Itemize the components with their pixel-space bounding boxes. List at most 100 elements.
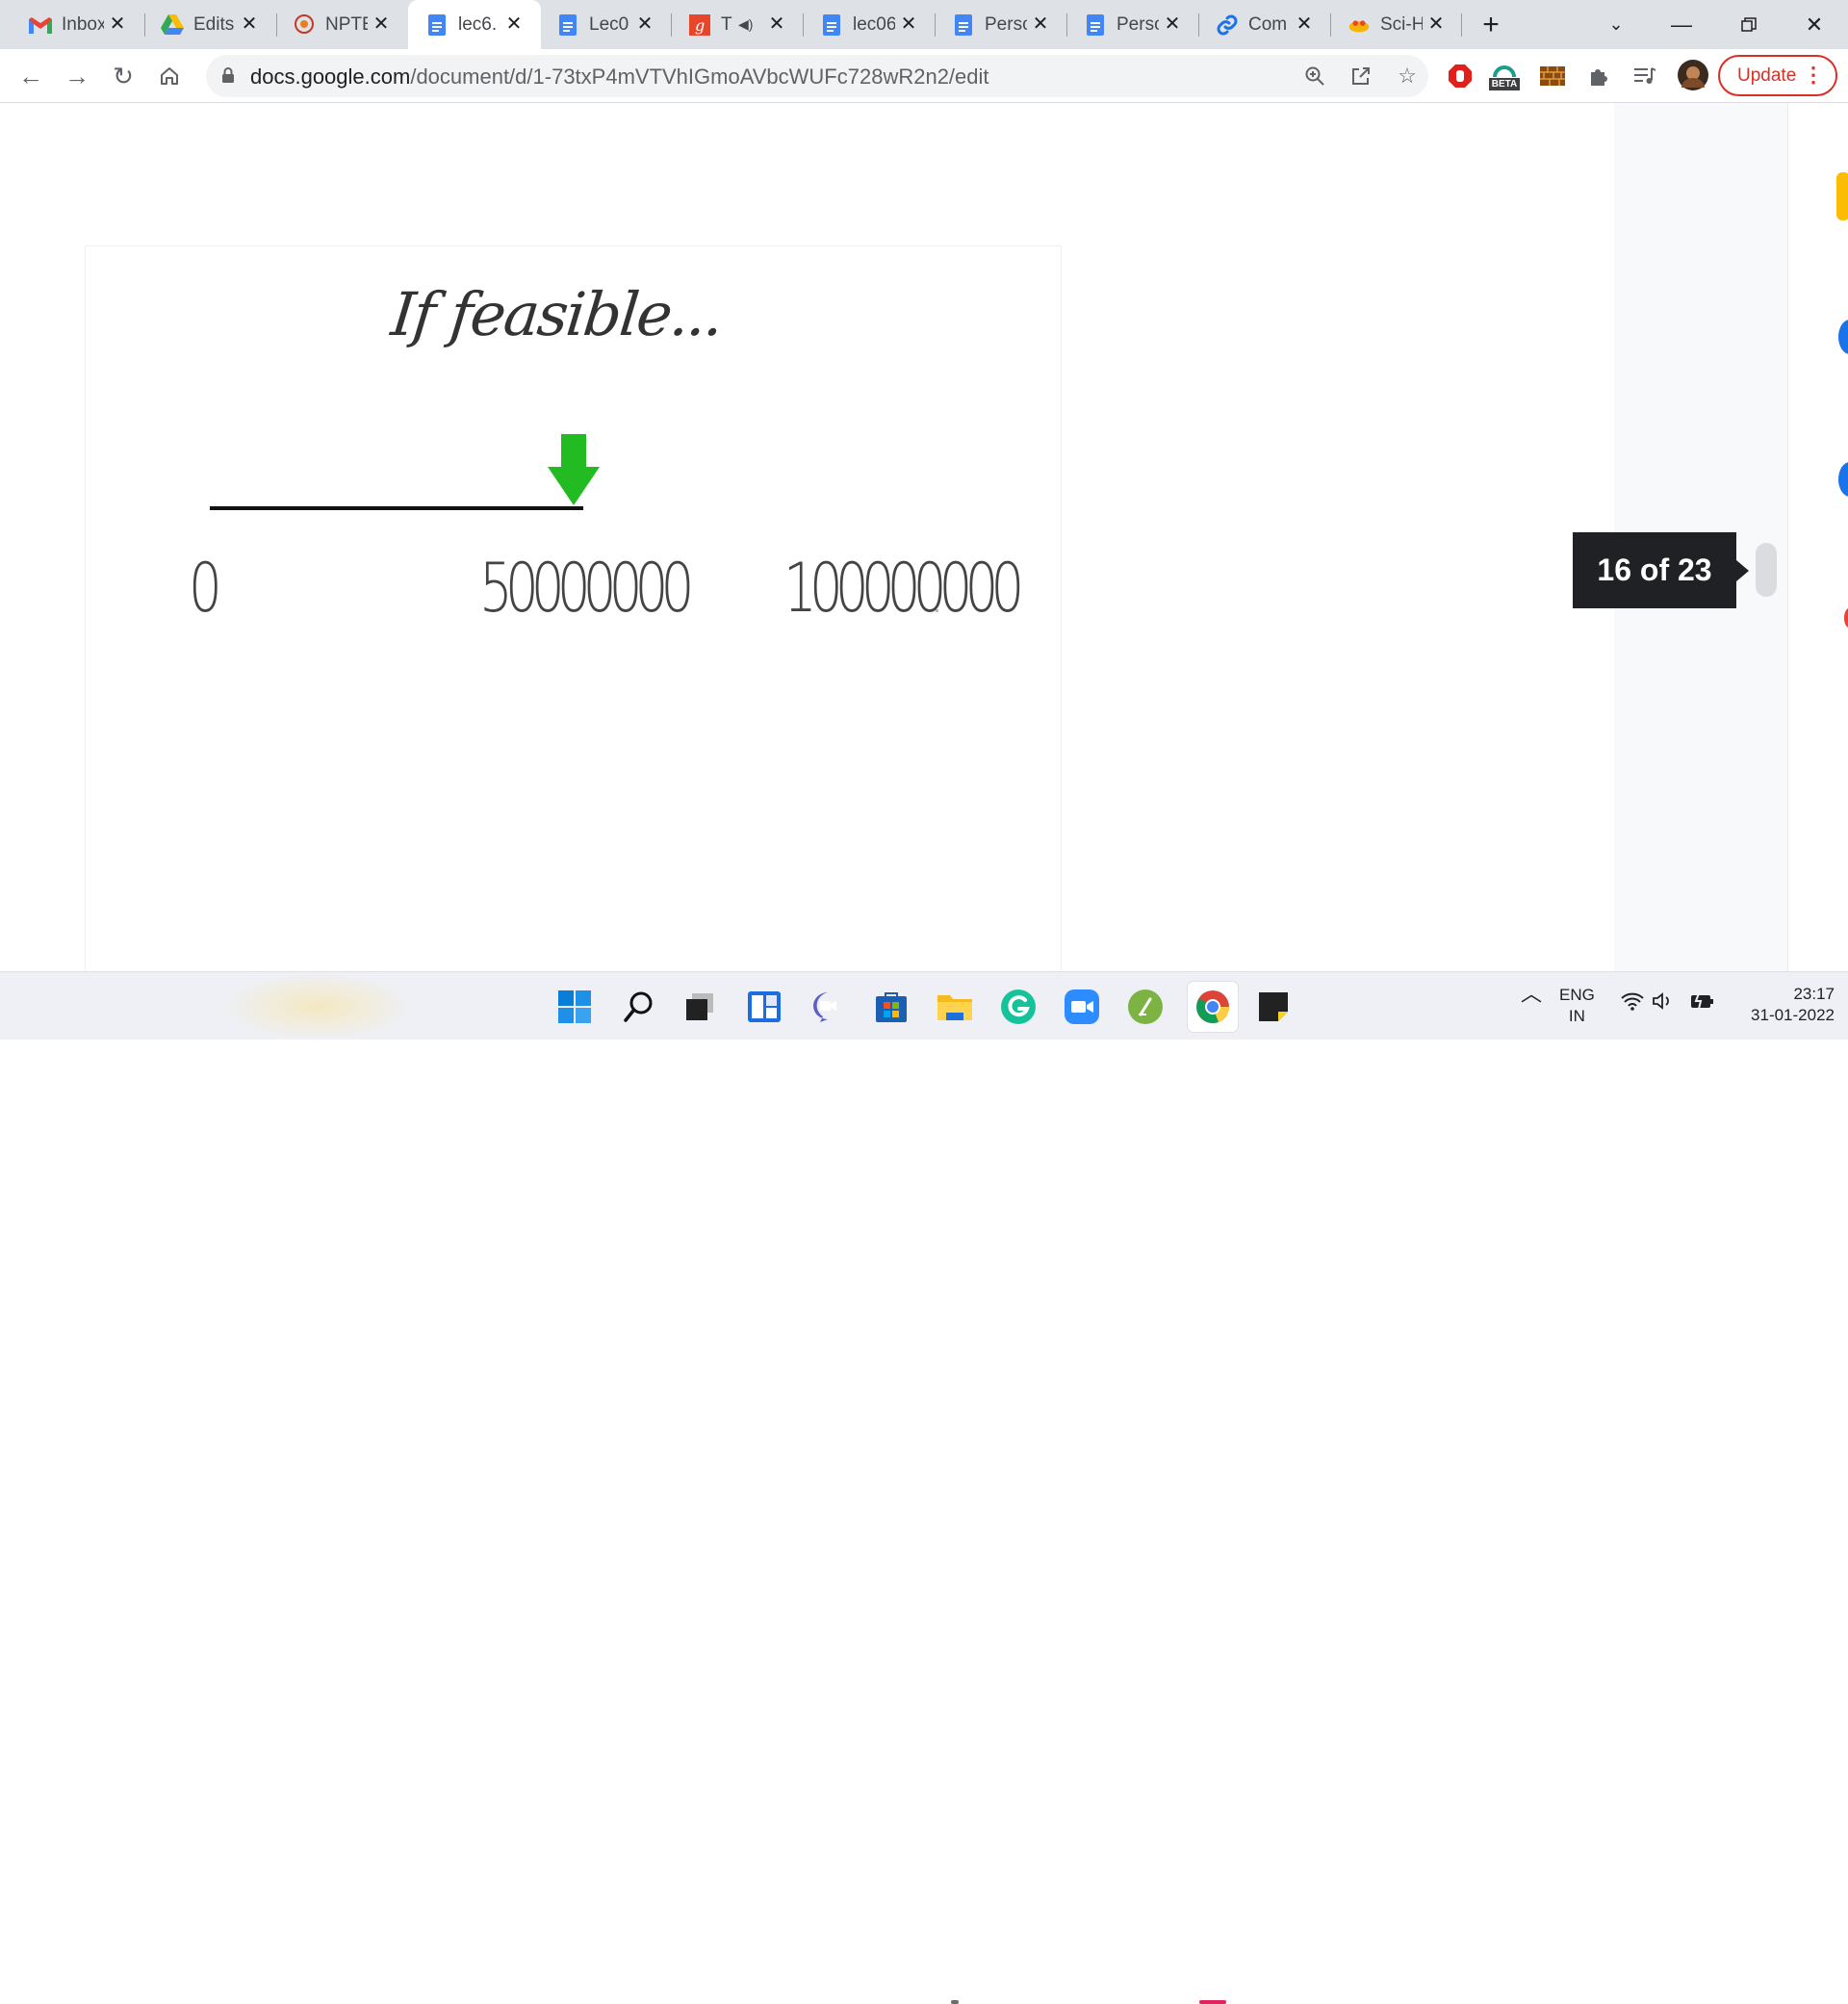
- brick-extension-icon[interactable]: [1538, 62, 1567, 90]
- task-view-icon[interactable]: [680, 986, 722, 1028]
- tick-label-zero: 0: [189, 549, 222, 628]
- url-host: docs.google.com: [250, 64, 411, 89]
- tab-label: Lec0: [589, 13, 629, 35]
- minimize-button[interactable]: —: [1656, 0, 1707, 49]
- slide-title: If feasible...: [388, 279, 726, 349]
- tab-inbox[interactable]: Inbox ✕: [0, 0, 144, 49]
- tab-label: Com: [1248, 13, 1288, 35]
- tab-perso-2[interactable]: Perso ✕: [1055, 0, 1199, 49]
- contacts-side-icon[interactable]: [1838, 462, 1848, 497]
- address-bar[interactable]: docs.google.com/document/d/1-73txP4mVTVh…: [206, 55, 1428, 97]
- speaker-audio-icon[interactable]: ◀︎): [738, 16, 753, 33]
- close-tab-icon[interactable]: ✕: [106, 13, 129, 36]
- close-tab-icon[interactable]: ✕: [238, 13, 261, 36]
- lock-icon[interactable]: [221, 66, 235, 84]
- update-button[interactable]: Update ⋮: [1718, 55, 1837, 96]
- tab-nptel[interactable]: NPTE ✕: [264, 0, 408, 49]
- tab-label: T: [721, 13, 732, 35]
- windows-taskbar: ︿ ENG IN 23:17 31-01-2022: [0, 971, 1848, 2004]
- page-count-tooltip: 16 of 23: [1573, 532, 1749, 608]
- chrome-icon[interactable]: [1188, 982, 1238, 1032]
- notes-app-icon[interactable]: [1124, 986, 1167, 1028]
- explorer-running-indicator: [951, 2000, 959, 2004]
- new-tab-button[interactable]: +: [1465, 0, 1517, 49]
- google-docs-icon: [425, 13, 449, 37]
- taskbar-glow: [221, 972, 414, 1041]
- side-panel-strip: [1787, 103, 1848, 971]
- tab-lec0[interactable]: Lec0 ✕: [527, 0, 672, 49]
- tab-lec06[interactable]: lec06 ✕: [791, 0, 936, 49]
- tab-label: Edits: [193, 13, 235, 35]
- windows-start-icon[interactable]: [553, 986, 596, 1028]
- keep-side-icon[interactable]: [1836, 172, 1848, 220]
- close-tab-icon[interactable]: ✕: [1293, 13, 1316, 36]
- close-tab-icon[interactable]: ✕: [370, 13, 393, 36]
- language-indicator[interactable]: ENG IN: [1559, 985, 1595, 1027]
- tasks-side-icon[interactable]: [1838, 320, 1848, 354]
- tab-label: lec6.: [458, 13, 498, 35]
- clock-date: 31-01-2022: [1751, 1006, 1835, 1024]
- zoom-icon[interactable]: [1301, 63, 1328, 90]
- volume-icon[interactable]: [1652, 991, 1675, 1016]
- tick-label-mid: 50000000: [479, 549, 694, 628]
- adblock-stop-icon[interactable]: [1446, 62, 1475, 90]
- update-label: Update: [1737, 64, 1797, 86]
- tab-label: NPTE: [325, 13, 368, 35]
- search-icon[interactable]: [618, 986, 660, 1028]
- scrollbar-thumb[interactable]: [1756, 543, 1777, 597]
- url-path: /document/d/1-73txP4mVTVhIGmoAVbcWUFc728…: [410, 64, 989, 89]
- avatar[interactable]: [1677, 59, 1709, 91]
- tab-perso-1[interactable]: Perso ✕: [923, 0, 1067, 49]
- google-docs-icon: [556, 13, 579, 37]
- close-tab-icon[interactable]: ✕: [502, 13, 526, 36]
- wifi-icon[interactable]: [1621, 991, 1644, 1016]
- tab-lec6-active[interactable]: lec6. ✕: [408, 0, 541, 49]
- file-explorer-icon[interactable]: [934, 986, 976, 1028]
- svg-text:g: g: [695, 16, 705, 35]
- google-docs-icon: [952, 13, 975, 37]
- tab-label: Perso: [985, 13, 1027, 35]
- bookmark-star-icon[interactable]: ☆: [1394, 63, 1421, 90]
- show-hidden-icons-chevron[interactable]: ︿: [1521, 984, 1542, 1005]
- google-docs-icon: [820, 13, 843, 37]
- share-icon[interactable]: [1348, 63, 1374, 90]
- tab-label: Perso: [1116, 13, 1159, 35]
- media-control-icon[interactable]: [1630, 62, 1659, 90]
- more-menu-icon[interactable]: ⋮: [1803, 63, 1824, 88]
- reload-icon[interactable]: ↻: [106, 59, 141, 93]
- extension-beta-icon[interactable]: BETA: [1488, 57, 1521, 95]
- tab-t-audio[interactable]: g T ◀︎) ✕: [659, 0, 804, 49]
- tab-search-chevron-icon[interactable]: ⌄: [1590, 0, 1642, 49]
- battery-charging-icon[interactable]: [1690, 991, 1715, 1016]
- google-drive-icon: [161, 13, 184, 37]
- close-tab-icon[interactable]: ✕: [765, 13, 788, 36]
- back-arrow-icon[interactable]: ←: [13, 59, 48, 93]
- tab-sci-hub[interactable]: Sci-H ✕: [1319, 0, 1463, 49]
- chrome-active-indicator: [1199, 2000, 1226, 2004]
- extensions-puzzle-icon[interactable]: [1584, 62, 1613, 90]
- restore-button[interactable]: [1723, 0, 1775, 49]
- close-tab-icon[interactable]: ✕: [1161, 13, 1184, 36]
- close-window-button[interactable]: ✕: [1788, 0, 1840, 49]
- close-tab-icon[interactable]: ✕: [633, 13, 656, 36]
- sci-hub-icon: [1348, 13, 1371, 37]
- clock[interactable]: 23:17 31-01-2022: [1729, 984, 1835, 1026]
- close-tab-icon[interactable]: ✕: [1424, 13, 1448, 36]
- widgets-icon[interactable]: [743, 986, 785, 1028]
- close-tab-icon[interactable]: ✕: [1029, 13, 1052, 36]
- maps-side-icon[interactable]: [1844, 608, 1848, 628]
- nptel-icon: [293, 13, 316, 37]
- tab-com[interactable]: Com ✕: [1187, 0, 1331, 49]
- tab-strip: Inbox ✕ Edits ✕ NPTE ✕ lec6. ✕ Lec0 ✕ g …: [0, 0, 1848, 49]
- forward-arrow-icon[interactable]: →: [60, 59, 94, 93]
- home-icon[interactable]: [152, 59, 187, 93]
- close-tab-icon[interactable]: ✕: [897, 13, 920, 36]
- microsoft-store-icon[interactable]: [870, 986, 912, 1028]
- teams-chat-icon[interactable]: [807, 986, 849, 1028]
- zoom-meetings-icon[interactable]: [1061, 986, 1103, 1028]
- sticky-notes-icon[interactable]: [1252, 986, 1295, 1028]
- url-text[interactable]: docs.google.com/document/d/1-73txP4mVTVh…: [250, 64, 989, 90]
- tab-edits[interactable]: Edits ✕: [132, 0, 276, 49]
- gmail-icon: [29, 13, 52, 37]
- grammarly-icon[interactable]: [997, 986, 1040, 1028]
